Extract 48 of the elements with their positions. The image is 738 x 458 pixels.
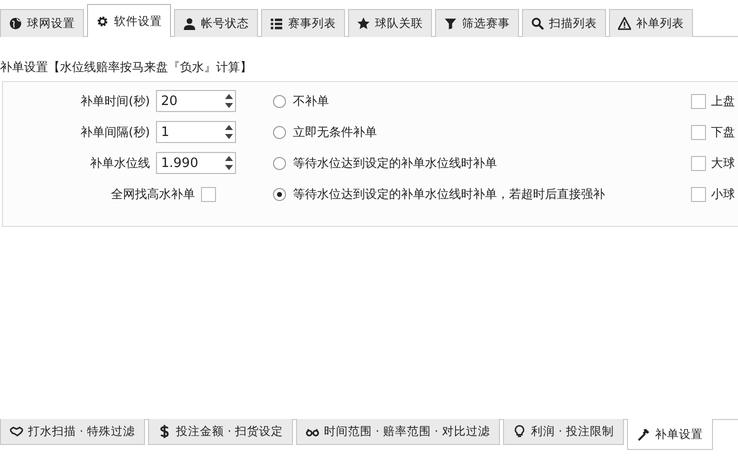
star-icon xyxy=(357,17,370,30)
radio-label: 不补单 xyxy=(293,92,329,110)
globe-icon xyxy=(9,17,22,30)
radio-button[interactable] xyxy=(273,94,286,108)
tab[interactable]: 扫描列表 xyxy=(522,9,606,37)
radio-button[interactable] xyxy=(273,126,286,138)
search-icon xyxy=(531,17,544,30)
checkbox-option[interactable]: 小球 xyxy=(691,186,735,202)
gear-icon xyxy=(96,14,109,28)
field-label: 补单时间(秒) xyxy=(80,92,150,110)
tab[interactable]: 球网设置 xyxy=(0,9,84,37)
spin-arrows-icon[interactable] xyxy=(223,154,235,172)
hammer-icon xyxy=(636,428,650,440)
tab[interactable]: 利润 · 投注限制 xyxy=(502,419,624,445)
tab[interactable]: 补单列表 xyxy=(609,9,693,37)
tab[interactable]: 软件设置 xyxy=(87,4,171,37)
lightbulb-icon xyxy=(512,425,526,438)
tab[interactable]: 时间范围 · 赔率范围 · 对比过滤 xyxy=(296,419,500,445)
spin-arrows-icon[interactable] xyxy=(223,123,235,141)
radio-button[interactable] xyxy=(273,156,286,170)
field-label: 补单水位线 xyxy=(90,154,150,172)
warning-icon xyxy=(618,17,631,30)
list-icon xyxy=(270,17,283,30)
checkbox-option[interactable]: 上盘 xyxy=(691,92,735,110)
spin-field[interactable]: 1.990 xyxy=(156,152,236,174)
radio-label: 等待水位达到设定的补单水位线时补单，若超时后直接强补 xyxy=(293,186,605,202)
user-icon xyxy=(183,17,196,30)
tab[interactable]: 球队关联 xyxy=(348,9,432,37)
tab[interactable]: 帐号状态 xyxy=(174,9,258,37)
filter-icon xyxy=(444,17,457,30)
tab[interactable]: 打水扫描 · 特殊过滤 xyxy=(0,419,145,445)
spin-field[interactable]: 20 xyxy=(156,90,236,112)
field-label: 补单间隔(秒) xyxy=(80,124,150,140)
spin-field[interactable]: 1 xyxy=(156,121,236,143)
radio-button[interactable] xyxy=(273,188,286,200)
spin-arrows-icon[interactable] xyxy=(223,92,235,110)
checkbox[interactable] xyxy=(201,186,216,202)
dollar-icon xyxy=(158,425,171,438)
tab[interactable]: 赛事列表 xyxy=(261,9,345,37)
checkbox-label: 全网找高水补单 xyxy=(111,186,195,202)
checkbox-option[interactable]: 下盘 xyxy=(691,124,735,140)
radio-label: 立即无条件补单 xyxy=(293,124,377,140)
checkbox-option[interactable]: 大球 xyxy=(691,154,735,172)
tab[interactable]: 投注金额 · 扫货设定 xyxy=(148,419,293,445)
section-title: 补单设置【水位线赔率按马来盘『负水』计算】 xyxy=(0,59,253,75)
tab[interactable]: 筛选赛事 xyxy=(435,9,519,37)
tab[interactable]: 补单设置 xyxy=(626,419,713,450)
radio-label: 等待水位达到设定的补单水位线时补单 xyxy=(293,154,497,172)
